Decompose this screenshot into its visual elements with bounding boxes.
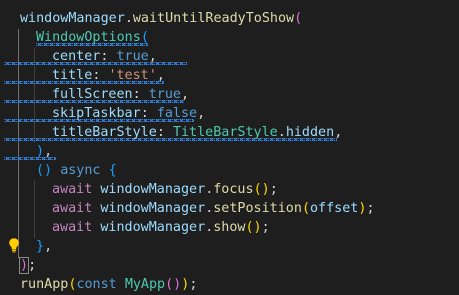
token-punctuation: :: [100, 49, 117, 64]
token-bracket: (: [294, 11, 303, 26]
token-identifier: offset: [310, 201, 359, 216]
token-identifier: windowManager: [100, 201, 206, 216]
token-punctuation: ,: [156, 68, 165, 83]
code-line-1[interactable]: windowManager.waitUntilReadyToShow(: [20, 9, 302, 28]
token-punctuation: ;: [269, 182, 278, 197]
code-line-5[interactable]: fullScreen: true,: [52, 85, 189, 104]
token-method: setPosition: [213, 201, 302, 216]
token-punctuation: ,: [181, 87, 190, 102]
token-bracket: (): [165, 277, 182, 292]
code-line-2[interactable]: WindowOptions(: [36, 28, 149, 47]
token-identifier: windowManager: [100, 220, 206, 235]
token-punctuation: ,: [44, 144, 53, 159]
token-punctuation: ;: [28, 258, 37, 273]
token-punctuation: :: [132, 87, 149, 102]
token-property: fullScreen: [52, 87, 133, 102]
code-line-13[interactable]: },: [36, 237, 52, 256]
token-method: show: [213, 220, 246, 235]
indent-guide: [34, 181, 35, 238]
token-bracket: ): [36, 144, 45, 159]
token-punctuation: ,: [148, 49, 157, 64]
token-bracket: (: [140, 30, 149, 45]
token-bracket: }: [36, 239, 45, 254]
code-line-8[interactable]: ),: [36, 142, 52, 161]
code-line-3[interactable]: center: true,: [52, 47, 157, 66]
token-property: center: [52, 49, 101, 64]
token-class: WindowOptions: [36, 30, 141, 45]
token-punctuation: :: [92, 68, 109, 83]
token-keyword: await: [52, 201, 93, 216]
token-bracket: (): [245, 220, 262, 235]
token-property: title: [52, 68, 93, 83]
token-punctuation: .: [124, 11, 133, 26]
token-method: focus: [213, 182, 254, 197]
token-bracket: (): [253, 182, 270, 197]
code-line-12[interactable]: await windowManager.show();: [52, 218, 270, 237]
code-line-10[interactable]: await windowManager.focus();: [52, 180, 278, 199]
token-method: waitUntilReadyToShow: [132, 11, 295, 26]
token-keyword: const: [76, 277, 117, 292]
token-punctuation: ,: [197, 106, 206, 121]
code-line-7[interactable]: titleBarStyle: TitleBarStyle.hidden,: [52, 123, 342, 142]
token-punctuation: ;: [189, 277, 198, 292]
token-class: TitleBarStyle: [172, 125, 278, 140]
code-line-14[interactable]: );: [18, 256, 37, 275]
token-function: runApp: [20, 277, 69, 292]
code-line-4[interactable]: title: 'test',: [52, 66, 165, 85]
token-bracket: (: [301, 201, 310, 216]
token-punctuation: :: [140, 106, 157, 121]
lightbulb-icon[interactable]: [7, 237, 21, 253]
token-member: hidden: [285, 125, 335, 140]
code-line-11[interactable]: await windowManager.setPosition(offset);: [52, 199, 375, 218]
token-bracket: (): [36, 163, 53, 178]
token-string: 'test': [108, 68, 157, 83]
token-punctuation: ,: [334, 125, 343, 140]
token-bracket: {: [108, 163, 117, 178]
token-class: MyApp: [124, 277, 166, 292]
token-keyword: await: [52, 182, 93, 197]
token-identifier: windowManager: [20, 11, 125, 26]
token-keyword: async: [60, 163, 101, 178]
token-property: titleBarStyle: [52, 125, 157, 140]
token-punctuation: ;: [366, 201, 375, 216]
token-keyword: true: [116, 49, 149, 64]
token-punctuation: .: [277, 125, 286, 140]
token-keyword: await: [52, 220, 93, 235]
token-punctuation: :: [156, 125, 173, 140]
code-editor[interactable]: windowManager.waitUntilReadyToShow( Wind…: [0, 0, 459, 295]
token-punctuation: ;: [261, 220, 270, 235]
code-line-15[interactable]: runApp(const MyApp());: [20, 275, 197, 294]
token-bracket: ): [18, 257, 30, 274]
code-line-9[interactable]: () async {: [36, 161, 117, 180]
token-keyword: true: [148, 87, 181, 102]
token-keyword: false: [156, 106, 198, 121]
token-identifier: windowManager: [100, 182, 206, 197]
code-line-6[interactable]: skipTaskbar: false,: [52, 104, 205, 123]
token-property: skipTaskbar: [52, 106, 141, 121]
token-punctuation: ,: [44, 239, 53, 254]
